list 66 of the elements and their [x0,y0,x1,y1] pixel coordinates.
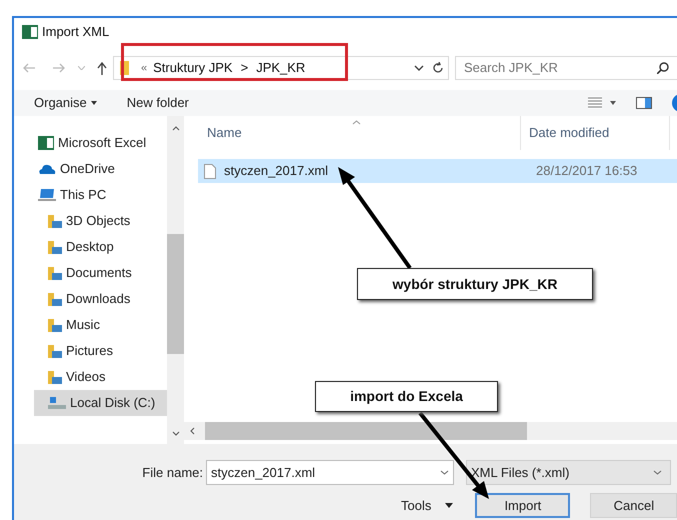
scroll-up-icon[interactable] [172,126,180,131]
sidebar-item[interactable]: This PC [34,182,167,208]
overflow-chevron[interactable]: « [141,60,148,76]
search-box[interactable]: Search JPK_KR [455,56,677,80]
folder-icon [48,292,62,306]
column-header[interactable]: Date modified [520,116,669,150]
vertical-scrollbar[interactable] [167,116,184,444]
sidebar-item[interactable]: 3D Objects [34,208,167,234]
folder-icon [48,318,62,332]
disk-icon [48,397,66,409]
scrollbar-thumb[interactable] [205,422,527,440]
cloud-icon [38,164,56,174]
address-bar[interactable]: « Struktury JPK > JPK_KR [113,56,449,80]
computer-icon [38,189,56,201]
refresh-icon[interactable] [432,62,444,74]
file-name-combo[interactable]: styczen_2017.xml [206,460,454,485]
window-title: Import XML [42,23,110,42]
chevron-down-icon[interactable] [414,65,424,71]
sidebar-item[interactable]: Music [34,312,167,338]
sidebar-item[interactable]: Desktop [34,234,167,260]
folder-icon [48,344,62,358]
file-icon [204,164,216,178]
preview-pane-icon[interactable] [636,97,652,109]
organise-button[interactable]: Organise [34,93,87,113]
sort-caret-icon [352,120,361,125]
scroll-left-icon[interactable] [190,427,195,435]
sidebar-item[interactable]: Local Disk (C:) [34,390,167,416]
column-header[interactable]: Name [184,123,520,143]
caret-icon [90,101,97,105]
date-modified: 28/12/2017 16:53 [536,162,638,180]
file-name-field[interactable]: styczen_2017.xml [211,462,440,482]
callout-label: wybór struktury JPK_KR [357,268,593,300]
sidebar-item[interactable]: Documents [34,260,167,286]
folder-icon [48,214,62,228]
breadcrumb[interactable]: Struktury JPK [153,58,233,78]
file-row[interactable]: styczen_2017.xml 28/12/2017 16:53 [198,159,677,183]
view-list-icon[interactable] [588,97,602,109]
spreadsheet-icon [38,136,54,150]
scrollbar-thumb[interactable] [167,234,184,354]
file-name: styczen_2017.xml [224,162,330,180]
sidebar-item[interactable]: Pictures [34,338,167,364]
callout-label: import do Excela [315,381,498,412]
file-type-select[interactable]: XML Files (*.xml) [466,460,671,485]
tools-button[interactable]: Tools [401,496,432,516]
folder-icon [48,266,62,280]
spreadsheet-icon [22,25,38,39]
up-icon[interactable] [97,62,107,74]
file-name-label: File name: [141,464,204,482]
import-button[interactable]: Import [475,493,570,518]
breadcrumb[interactable]: JPK_KR [256,58,306,78]
search-field[interactable]: Search JPK_KR [464,58,657,78]
search-icon[interactable] [657,62,669,74]
caret-icon [445,503,454,508]
folder-icon [48,240,62,254]
sidebar-item[interactable]: Microsoft Excel [34,130,167,156]
breadcrumb-separator: > [240,59,248,78]
sidebar-item[interactable]: OneDrive [34,156,167,182]
scroll-down-icon[interactable] [172,431,180,436]
sidebar-item[interactable]: Downloads [34,286,167,312]
chevron-down-icon [653,470,662,475]
cancel-button[interactable]: Cancel [590,493,677,518]
folder-icon [48,370,62,384]
chevron-down-icon[interactable] [440,470,449,475]
sidebar-item[interactable]: Videos [34,364,167,390]
new-folder-button[interactable]: New folder [126,93,189,113]
caret-icon[interactable] [610,101,616,105]
